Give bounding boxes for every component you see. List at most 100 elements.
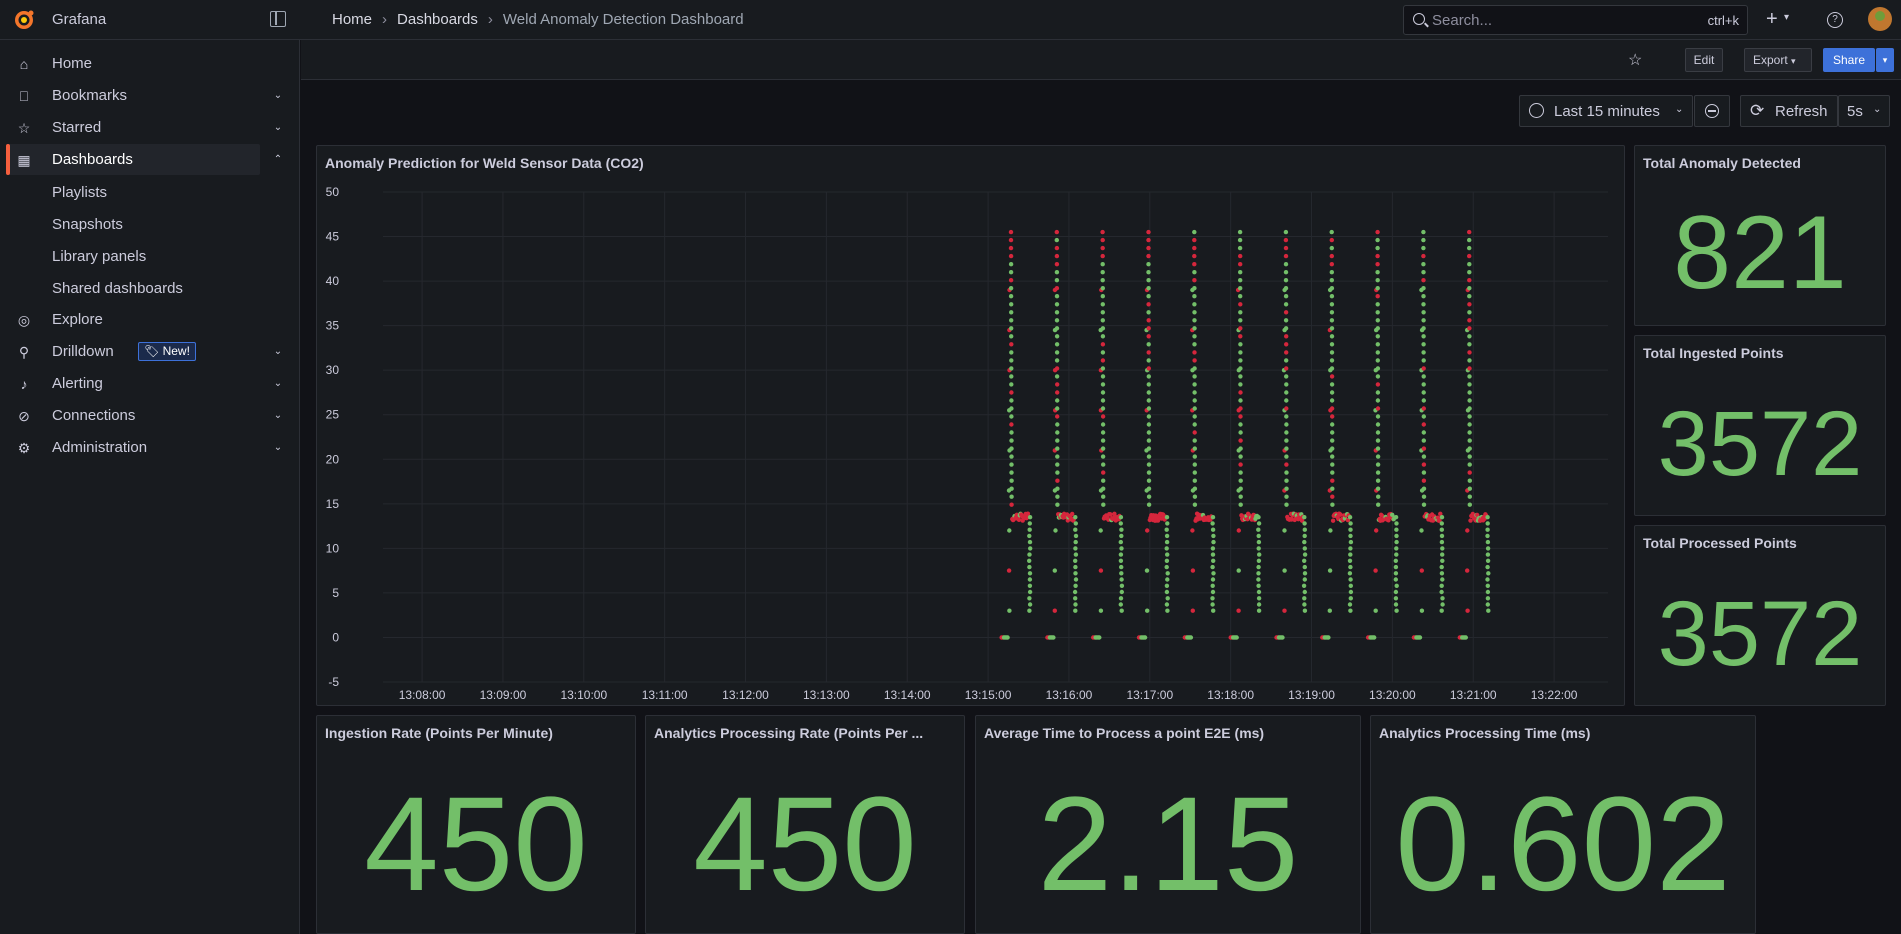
breadcrumb-home[interactable]: Home bbox=[332, 11, 372, 28]
chevron-down-icon[interactable]: ⌄ bbox=[272, 410, 284, 422]
anomaly-point bbox=[1055, 390, 1060, 395]
chevron-down-icon[interactable]: ⌄ bbox=[272, 122, 284, 134]
normal-point bbox=[1375, 446, 1381, 451]
normal-point bbox=[1330, 470, 1335, 475]
sidebar-item-explore[interactable]: ◎ Explore bbox=[6, 304, 260, 335]
normal-point bbox=[1282, 568, 1287, 573]
search-input[interactable]: Search... ctrl+k bbox=[1403, 5, 1748, 35]
breadcrumb-dashboards[interactable]: Dashboards bbox=[397, 11, 478, 28]
anomaly-point bbox=[1283, 245, 1289, 251]
chevron-down-icon[interactable]: ⌄ bbox=[272, 442, 284, 454]
normal-point bbox=[1421, 390, 1426, 395]
normal-point bbox=[1100, 270, 1105, 275]
chevron-down-icon[interactable]: ⌄ bbox=[272, 378, 284, 390]
anomaly-point bbox=[1421, 366, 1426, 371]
sidebar-item-playlists[interactable]: Playlists bbox=[52, 184, 107, 201]
x-tick-label: 13:14:00 bbox=[884, 688, 931, 702]
normal-point bbox=[1008, 270, 1014, 275]
normal-point bbox=[1008, 286, 1014, 291]
stat-panel-analytics-time: Analytics Processing Time (ms) 0.602 bbox=[1370, 715, 1756, 934]
normal-point bbox=[1055, 470, 1060, 475]
normal-point bbox=[1373, 608, 1378, 613]
chevron-down-icon[interactable]: ⌄ bbox=[272, 346, 284, 358]
normal-point bbox=[1439, 589, 1444, 595]
dock-menu-icon[interactable] bbox=[270, 11, 286, 27]
normal-point bbox=[1164, 533, 1170, 539]
normal-point bbox=[1375, 358, 1381, 363]
normal-point bbox=[1375, 350, 1381, 355]
share-button[interactable]: Share bbox=[1823, 48, 1875, 72]
normal-point bbox=[1118, 521, 1123, 526]
normal-point bbox=[1419, 608, 1425, 613]
sidebar-item-dashboards[interactable]: ▦ Dashboards bbox=[6, 144, 260, 175]
normal-point bbox=[1256, 515, 1261, 520]
normal-point bbox=[1393, 564, 1399, 570]
anomaly-point bbox=[1146, 334, 1151, 339]
scatter-chart[interactable]: -5 0 5 10 15 20 25 30 35 40 45 50 13:08:00 13:09:00 13… bbox=[316, 145, 1625, 706]
normal-point bbox=[1100, 406, 1106, 411]
normal-point bbox=[1329, 342, 1335, 347]
normal-point bbox=[1007, 608, 1012, 613]
zoom-out-button[interactable] bbox=[1694, 95, 1730, 127]
x-tick-label: 13:15:00 bbox=[965, 688, 1012, 702]
normal-point bbox=[1329, 294, 1335, 299]
normal-point bbox=[1164, 539, 1170, 545]
bookmark-icon: ⎕ bbox=[19, 88, 29, 104]
sidebar-item-shared-dashboards[interactable]: Shared dashboards bbox=[52, 280, 183, 297]
sidebar-item-snapshots[interactable]: Snapshots bbox=[52, 216, 123, 233]
sidebar-item-library-panels[interactable]: Library panels bbox=[52, 248, 146, 265]
normal-point bbox=[1375, 310, 1380, 315]
normal-point bbox=[1146, 454, 1152, 459]
avatar[interactable] bbox=[1868, 7, 1892, 31]
anomaly-point bbox=[1100, 229, 1105, 235]
y-tick-label: 35 bbox=[326, 319, 340, 333]
normal-point bbox=[1421, 334, 1426, 339]
anomaly-point bbox=[1100, 358, 1106, 363]
y-tick-label: 0 bbox=[332, 630, 339, 644]
refresh-interval-picker[interactable]: 5s ⌄ bbox=[1838, 95, 1890, 127]
normal-point bbox=[1419, 528, 1424, 533]
sidebar-item-administration[interactable]: ⚙ Administration bbox=[6, 432, 260, 463]
refresh-button[interactable]: ⟳ Refresh bbox=[1740, 95, 1838, 127]
help-icon[interactable]: ? bbox=[1827, 12, 1843, 28]
stat-panel-total-processed: Total Processed Points 3572 bbox=[1634, 525, 1886, 706]
normal-point bbox=[1421, 486, 1427, 491]
normal-point bbox=[1164, 558, 1170, 563]
sidebar-item-alerting[interactable]: ♪ Alerting bbox=[6, 368, 260, 399]
normal-point bbox=[1165, 596, 1170, 601]
sidebar-item-bookmarks[interactable]: ⎕ Bookmarks bbox=[6, 80, 260, 111]
sidebar-item-home[interactable]: ⌂ Home bbox=[6, 48, 260, 79]
anomaly-point bbox=[1467, 302, 1472, 307]
export-button[interactable]: Export ▾ bbox=[1744, 48, 1812, 72]
brand[interactable]: Grafana bbox=[0, 0, 300, 40]
share-dropdown-button[interactable]: ▾ bbox=[1876, 48, 1894, 72]
normal-point bbox=[1439, 583, 1444, 588]
normal-point bbox=[1421, 294, 1426, 299]
search-icon bbox=[1413, 13, 1425, 25]
edit-button[interactable]: Edit bbox=[1685, 48, 1723, 72]
normal-point bbox=[1009, 398, 1014, 403]
anomaly-point bbox=[1374, 528, 1379, 533]
sidebar-item-drilldown[interactable]: ⚲ Drilldown 🏷 New! bbox=[6, 336, 260, 367]
anomaly-point bbox=[1467, 326, 1472, 331]
normal-point bbox=[1073, 558, 1078, 563]
normal-point bbox=[1100, 446, 1106, 451]
chevron-down-icon[interactable]: ▾ bbox=[1784, 12, 1789, 23]
normal-point bbox=[1375, 470, 1381, 475]
normal-point bbox=[1348, 521, 1353, 526]
star-icon[interactable]: ☆ bbox=[1628, 50, 1642, 70]
anomaly-point bbox=[1100, 342, 1106, 347]
anomaly-point bbox=[1070, 511, 1075, 517]
anomaly-point bbox=[1016, 517, 1022, 522]
normal-point bbox=[1330, 438, 1335, 443]
sidebar-item-connections[interactable]: ⊘ Connections bbox=[6, 400, 260, 431]
stat-value: 3572 bbox=[1657, 393, 1863, 495]
chevron-down-icon[interactable]: ⌄ bbox=[272, 90, 284, 102]
time-range-picker[interactable]: Last 15 minutes ⌄ bbox=[1519, 95, 1693, 127]
chevron-up-icon[interactable]: ⌃ bbox=[272, 154, 284, 166]
sidebar-item-starred[interactable]: ☆ Starred bbox=[6, 112, 260, 143]
normal-point bbox=[1238, 382, 1243, 387]
normal-point bbox=[1027, 577, 1033, 582]
normal-point bbox=[1421, 438, 1427, 443]
plus-icon[interactable]: + bbox=[1766, 8, 1778, 31]
